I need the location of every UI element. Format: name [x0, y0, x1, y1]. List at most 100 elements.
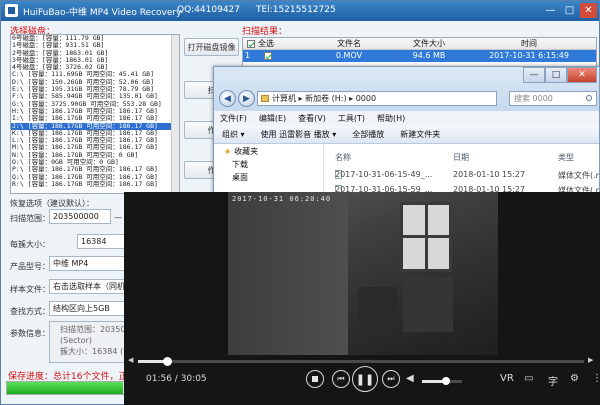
subtitle-button[interactable]: 字	[548, 373, 558, 388]
scan-start-field[interactable]: 203500000	[49, 209, 111, 224]
total-time: 30:05	[180, 374, 207, 384]
volume-icon[interactable]: ◀	[406, 373, 414, 384]
product-model-select[interactable]: 中维 MP4	[49, 256, 125, 271]
file-explorer-window[interactable]: — □ ✕ ◀ ▶ 计算机 ▸ 新加卷 (H:) ▸ 0000 搜索 0000 …	[213, 66, 600, 196]
scene-window	[400, 202, 452, 272]
previous-button[interactable]: ⏮	[332, 370, 350, 388]
scan-results-label: 扫描结果：	[242, 27, 288, 37]
nav-downloads[interactable]: 下载	[214, 158, 323, 171]
sample-file-field[interactable]: 右击选取样本（同机器	[49, 279, 125, 294]
disk-list-item[interactable]: R:\ [容量：186.17GB 可用空间：186.17 GB]	[11, 180, 179, 188]
pause-icon: ❚❚	[355, 372, 375, 386]
column-date[interactable]: 日期	[453, 152, 469, 163]
explorer-close-button[interactable]: ✕	[567, 67, 597, 83]
next-icon: ⏭	[387, 374, 395, 383]
more-icon[interactable]: ⋮	[592, 373, 600, 384]
cluster-size-label: 每簇大小：	[10, 240, 50, 249]
menu-item[interactable]: 查看(V)	[292, 111, 332, 126]
nav-desktop-label: 桌面	[232, 173, 248, 182]
nav-downloads-label: 下载	[232, 160, 248, 169]
disk-list-scrollbar[interactable]	[171, 35, 179, 193]
header-time[interactable]: 时间	[463, 38, 593, 49]
search-placeholder: 搜索 0000	[514, 94, 553, 103]
settings-icon[interactable]: ⚙	[570, 373, 579, 384]
search-method-select[interactable]: 结构区向上5GB	[49, 301, 125, 316]
explorer-nav-pane: ★ 收藏夹 下载 桌面	[214, 145, 324, 195]
volume-knob[interactable]	[442, 377, 450, 385]
row-checkbox[interactable]	[264, 52, 273, 60]
params-line-2: (Sector)	[60, 336, 92, 345]
file-list-header: 名称 日期 类型	[325, 149, 599, 163]
volume-slider[interactable]	[422, 377, 462, 385]
toolbar-button[interactable]: 使用 迅雷影音 播放 ▾	[253, 126, 345, 143]
column-name[interactable]: 名称	[335, 152, 351, 163]
video-player-window[interactable]: 2017-10-31 06:20:40 ◀ ▶ 01:56 / 30:05 ⏮ …	[124, 192, 600, 405]
row-select-cell[interactable]: 1	[243, 50, 303, 62]
file-type: 媒体文件(.m	[558, 171, 600, 180]
close-button[interactable]: ✕	[580, 3, 597, 18]
select-all-label: 全选	[258, 39, 274, 48]
seek-bar[interactable]	[138, 357, 584, 366]
scan-results-table[interactable]: 全选 文件名 文件大小 时间 1 0.MOV 94.6 MB 2017-10-3…	[242, 37, 597, 69]
explorer-toolbar: 组织 ▾ 使用 迅雷影音 播放 ▾ 全部播放 新建文件夹	[214, 126, 599, 144]
back-arrow-icon[interactable]: ◀	[219, 90, 236, 107]
menu-item[interactable]: 文件(F)	[214, 111, 253, 126]
disk-list[interactable]: 0号磁盘：[容量：111.79 GB] 1号磁盘：[容量：931.51 GB] 2号…	[10, 34, 180, 194]
menu-item[interactable]: 工具(T)	[332, 111, 371, 126]
file-date: 2018-01-10 15:27	[453, 170, 526, 179]
scan-range-dash: —	[114, 213, 122, 222]
scene-object	[358, 287, 398, 322]
nav-desktop[interactable]: 桌面	[214, 171, 323, 184]
app-logo-icon	[5, 4, 18, 17]
maximize-button[interactable]: □	[561, 3, 578, 18]
seek-knob[interactable]	[162, 357, 172, 366]
toolbar-button[interactable]: 新建文件夹	[392, 126, 448, 143]
header-filename[interactable]: 文件名	[303, 38, 393, 49]
previous-icon: ⏮	[337, 374, 345, 383]
nav-favorites-label: 收藏夹	[234, 147, 259, 156]
save-progress-fill	[7, 382, 123, 394]
stop-icon	[312, 376, 318, 382]
menu-item[interactable]: 帮助(H)	[371, 111, 411, 126]
playback-time: 01:56 / 30:05	[146, 374, 207, 384]
search-icon[interactable]	[586, 95, 592, 101]
nav-favorites[interactable]: ★ 收藏夹	[214, 145, 323, 158]
explorer-minimize-button[interactable]: —	[523, 67, 545, 83]
app-title: HuiFuBao-中维 MP4 Video Recovery	[23, 8, 182, 18]
toolbar-button[interactable]: 全部播放	[344, 126, 392, 143]
forward-arrow-icon[interactable]: ▶	[238, 90, 255, 107]
address-bar[interactable]: 计算机 ▸ 新加卷 (H:) ▸ 0000	[257, 91, 497, 106]
open-disk-image-button[interactable]: 打开磁盘镜像	[184, 38, 239, 56]
cluster-size-field[interactable]: 16384	[77, 234, 127, 249]
seek-back-arrow-icon[interactable]: ◀	[128, 356, 133, 364]
title-bar[interactable]: HuiFuBao-中维 MP4 Video Recovery QQ:441094…	[1, 1, 599, 21]
results-header-row: 全选 文件名 文件大小 时间	[243, 38, 596, 50]
explorer-search-input[interactable]: 搜索 0000	[509, 91, 597, 106]
vr-button[interactable]: VR	[500, 373, 514, 384]
row-number: 1	[245, 51, 251, 60]
stop-button[interactable]	[306, 370, 324, 388]
menu-item[interactable]: 编辑(E)	[253, 111, 292, 126]
column-type[interactable]: 类型	[558, 152, 574, 163]
video-frame[interactable]	[228, 192, 498, 355]
screen-icon[interactable]: ▭	[524, 373, 533, 384]
table-row[interactable]: 1 0.MOV 94.6 MB 2017-10-31 6:15:49	[243, 50, 596, 62]
explorer-header: — □ ✕ ◀ ▶ 计算机 ▸ 新加卷 (H:) ▸ 0000 搜索 0000	[214, 67, 599, 111]
tel-contact: TEl:15215512725	[256, 5, 336, 15]
toolbar-button[interactable]: 组织 ▾	[214, 126, 253, 143]
minimize-button[interactable]: —	[542, 3, 559, 18]
next-button[interactable]: ⏭	[382, 370, 400, 388]
row-time: 2017-10-31 6:15:49	[489, 51, 569, 60]
select-all-checkbox[interactable]	[247, 40, 255, 48]
select-all-header[interactable]: 全选	[243, 38, 303, 49]
pause-button[interactable]: ❚❚	[352, 366, 378, 392]
scene-wall	[228, 192, 348, 355]
params-line-3: 簇大小：16384 (Byt	[60, 347, 124, 356]
header-filesize[interactable]: 文件大小	[393, 38, 463, 49]
address-path: 计算机 ▸ 新加卷 (H:) ▸ 0000	[272, 94, 377, 103]
list-item[interactable]: 2017-10-31-06-15-49_... 2018-01-10 15:27…	[325, 168, 600, 181]
explorer-maximize-button[interactable]: □	[545, 67, 567, 83]
scene-object	[403, 277, 453, 332]
seek-forward-arrow-icon[interactable]: ▶	[588, 356, 593, 364]
params-info-box: 扫描范围：203500000 (Sector) 簇大小：16384 (Byt	[49, 321, 125, 363]
